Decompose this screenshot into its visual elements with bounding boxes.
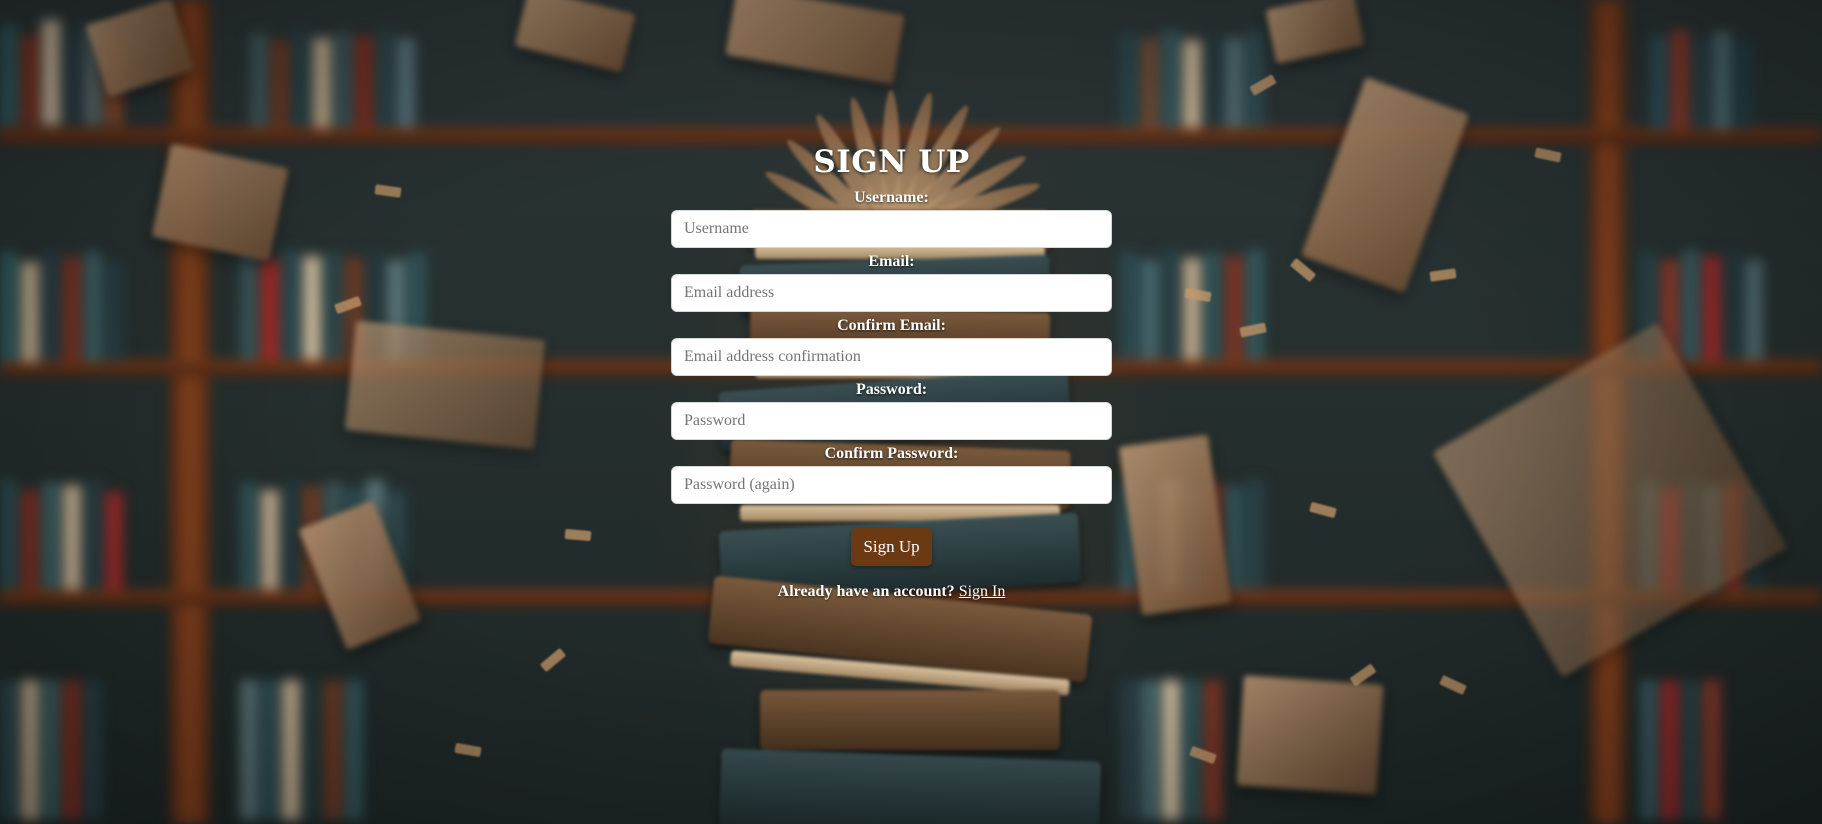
confirm-password-label: Confirm Password: [824,445,959,462]
confirm-email-input[interactable] [671,338,1112,376]
password-input[interactable] [671,402,1112,440]
field-group-email: Email: [671,252,1112,312]
page-title: SIGN UP [813,144,970,180]
sign-up-button[interactable]: Sign Up [851,528,932,566]
confirm-password-input[interactable] [671,466,1112,504]
confirm-email-label: Confirm Email: [837,317,946,334]
field-group-confirm-password: Confirm Password: [671,444,1112,504]
signin-prompt: Already have an account? Sign In [671,582,1112,602]
field-group-password: Password: [671,380,1112,440]
password-label: Password: [855,381,928,398]
field-group-confirm-email: Confirm Email: [671,316,1112,376]
field-group-username: Username: [671,188,1112,248]
signin-prompt-text: Already have an account? [777,583,955,600]
username-input[interactable] [671,210,1112,248]
form-fields: Username: Email: Confirm Email: Password… [671,188,1112,504]
sign-in-link[interactable]: Sign In [959,583,1006,600]
email-input[interactable] [671,274,1112,312]
signup-form: SIGN UP Username: Email: Confirm Email: … [671,140,1112,602]
username-label: Username: [854,189,929,206]
email-label: Email: [868,253,915,270]
